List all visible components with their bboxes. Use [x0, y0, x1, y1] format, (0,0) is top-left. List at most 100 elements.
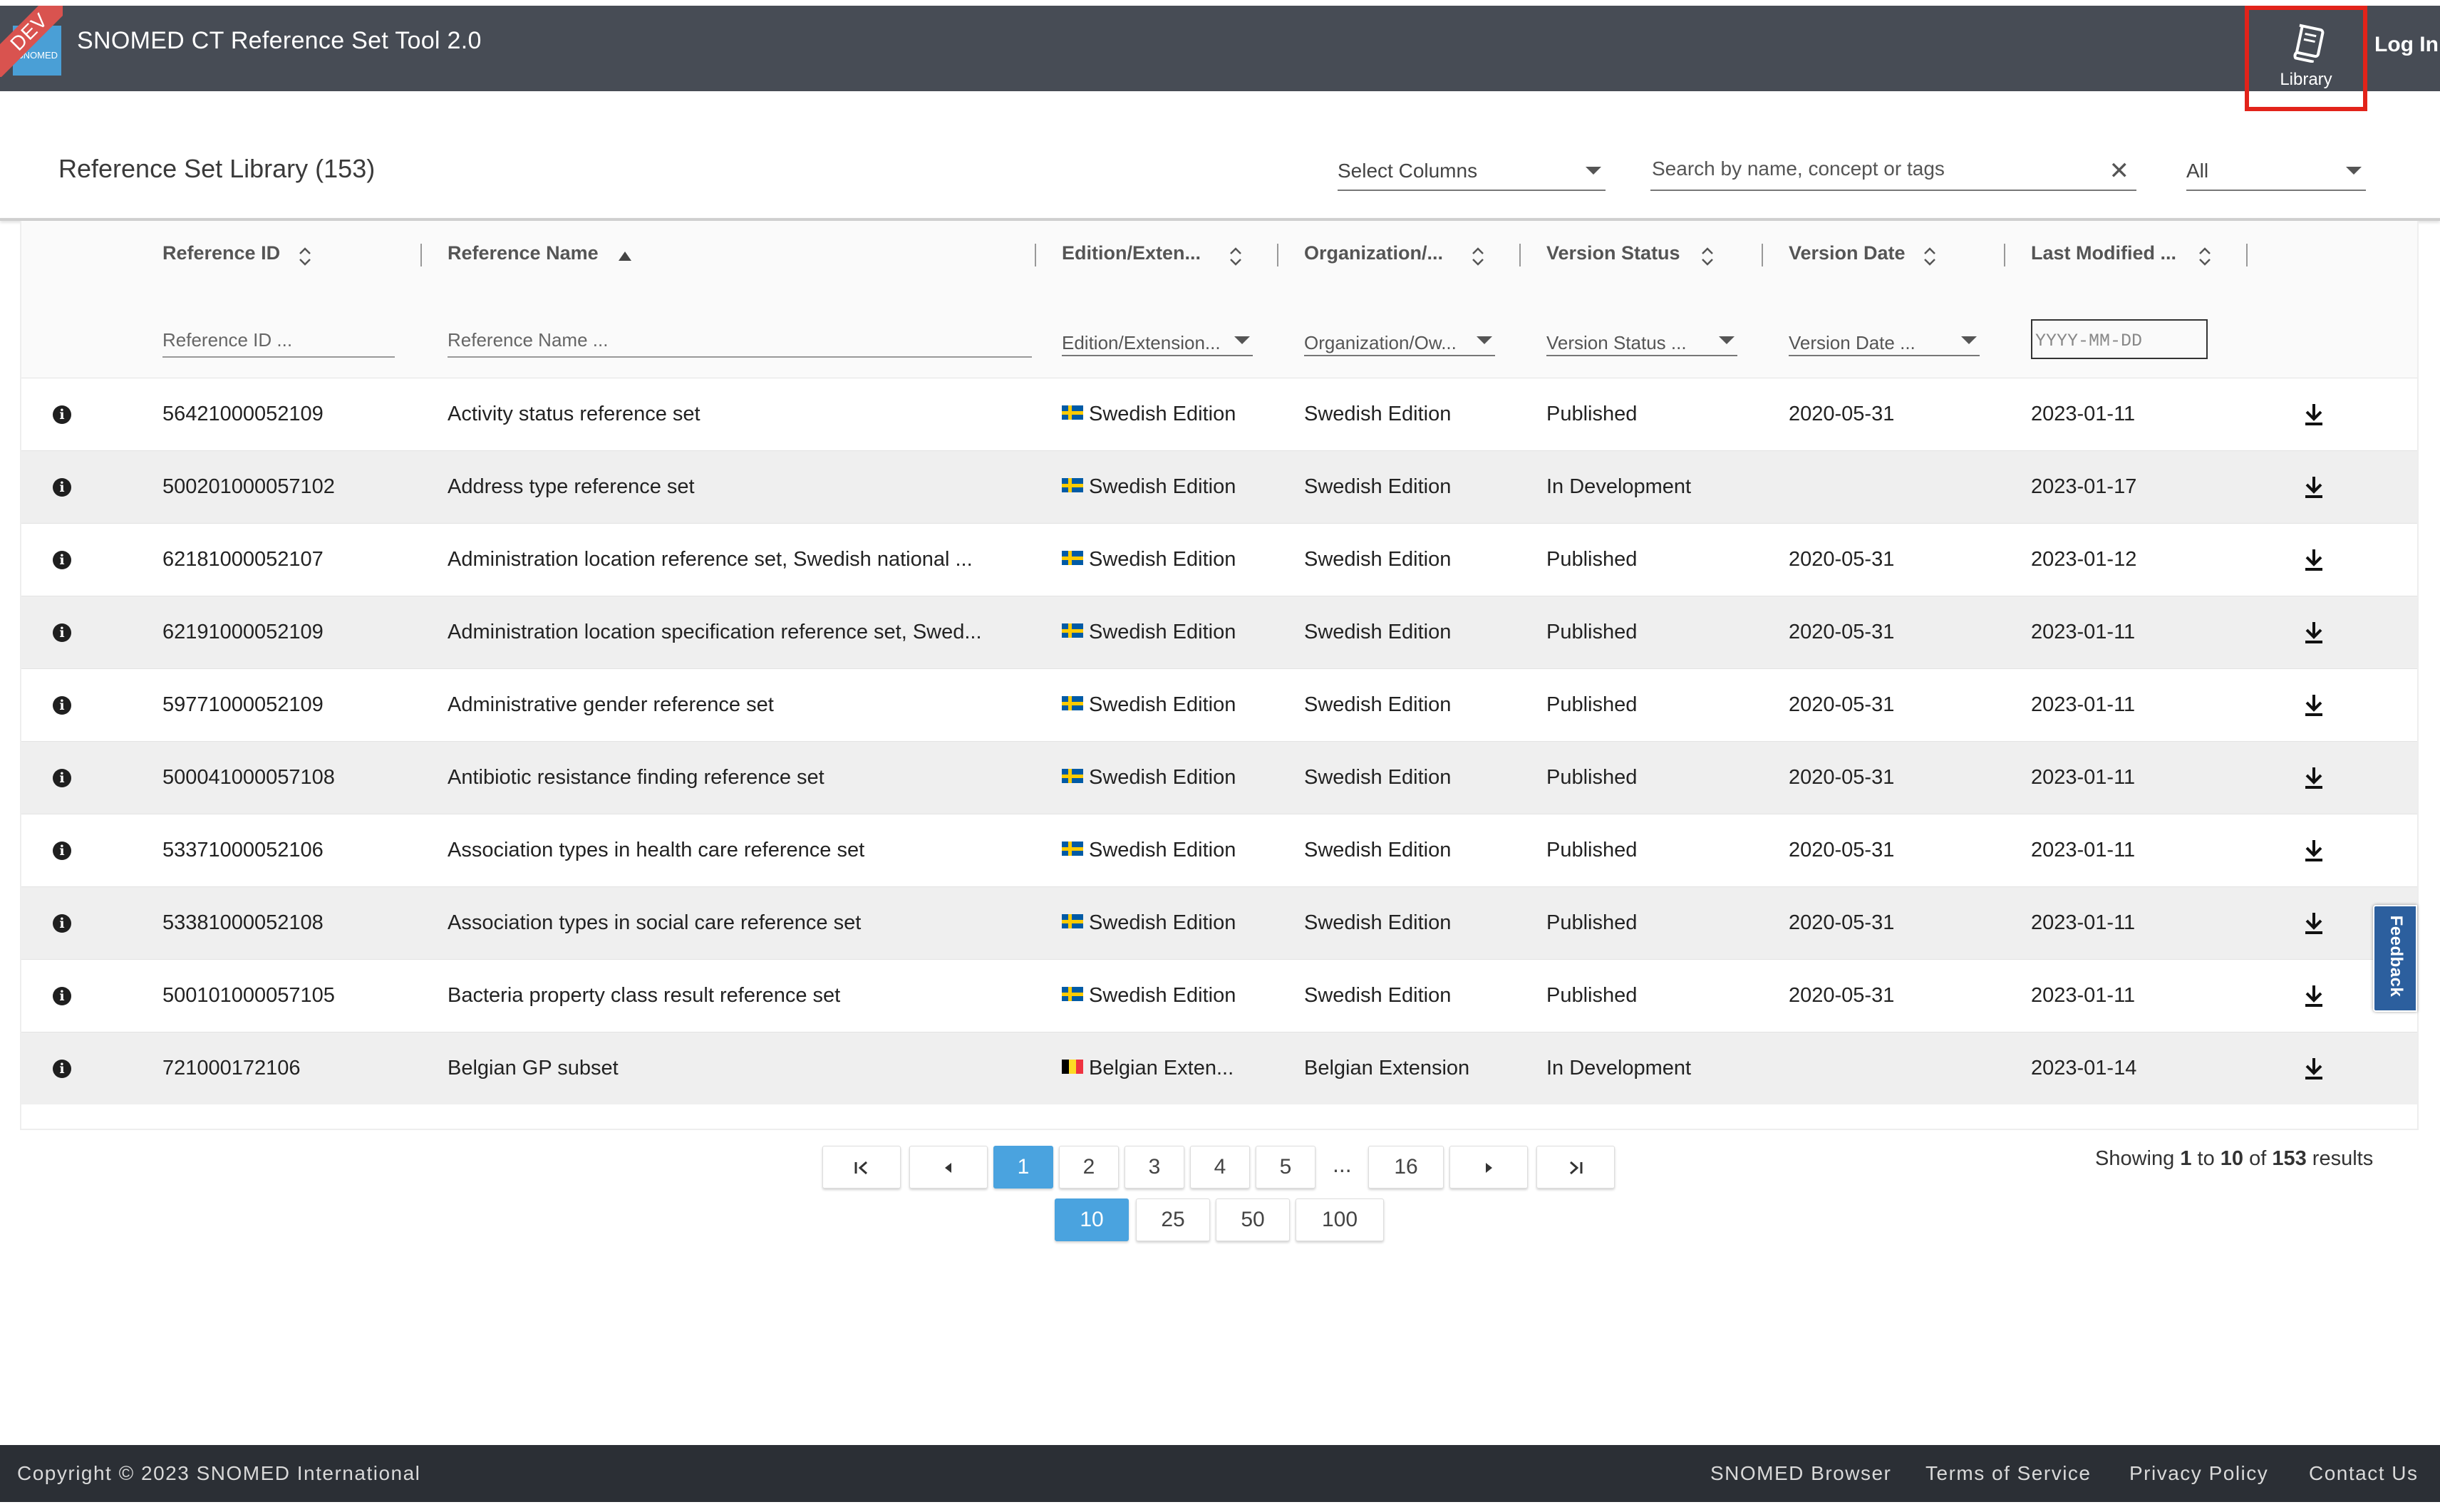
info-icon[interactable]: i	[53, 623, 71, 642]
table-row[interactable]: i 500101000057105 Bacteria property class …	[21, 959, 2417, 1032]
download-icon[interactable]	[2303, 839, 2325, 866]
column-header-last-modified[interactable]: Last Modified ...	[2031, 242, 2176, 264]
reference-name-cell[interactable]: Belgian GP subset	[448, 1057, 1029, 1080]
footer-link-privacy[interactable]: Privacy Policy	[2129, 1462, 2268, 1485]
page-2-button[interactable]: 2	[1059, 1146, 1119, 1189]
table-row[interactable]: i 56421000052109 Activity status reference…	[21, 378, 2417, 450]
last-modified-cell: 2023-01-11	[2031, 911, 2136, 934]
table-row[interactable]: i 721000172106 Belgian GP subset Belgian Ex…	[21, 1032, 2417, 1104]
info-icon[interactable]: i	[53, 1060, 71, 1078]
download-icon[interactable]	[2303, 911, 2325, 939]
reference-name-cell[interactable]: Address type reference set	[448, 475, 1029, 499]
table-row[interactable]: i 53371000052106 Association types in heal…	[21, 814, 2417, 886]
download-icon[interactable]	[2303, 693, 2325, 721]
reference-name-filter[interactable]	[448, 323, 1032, 358]
previous-page-button[interactable]	[909, 1146, 988, 1189]
page-5-button[interactable]: 5	[1256, 1146, 1315, 1189]
sort-icon[interactable]	[1229, 247, 1243, 270]
page-4-button[interactable]: 4	[1190, 1146, 1250, 1189]
first-page-button[interactable]	[822, 1146, 901, 1189]
info-icon[interactable]: i	[53, 914, 71, 933]
sweden-flag-icon	[1062, 623, 1083, 638]
table-row[interactable]: i 62191000052109 Administration location s…	[21, 596, 2417, 668]
version-status-filter[interactable]: Version Status ...	[1546, 323, 1737, 356]
reference-name-cell[interactable]: Association types in health care referen…	[448, 839, 1029, 862]
reference-id-filter[interactable]	[162, 323, 395, 358]
download-icon[interactable]	[2303, 475, 2325, 503]
column-header-version-status[interactable]: Version Status	[1546, 242, 1680, 264]
column-header-reference-name[interactable]: Reference Name	[448, 242, 599, 264]
reference-name-cell[interactable]: Administration location reference set, S…	[448, 548, 1029, 571]
info-icon[interactable]: i	[53, 405, 71, 424]
download-icon[interactable]	[2303, 548, 2325, 576]
organization-cell: Swedish Edition	[1304, 984, 1452, 1007]
login-button[interactable]: Log In	[2374, 33, 2439, 57]
edition-label: Belgian Exten...	[1089, 1057, 1234, 1079]
select-columns-dropdown[interactable]: Select Columns	[1338, 147, 1606, 191]
info-icon[interactable]: i	[53, 696, 71, 715]
sort-icon[interactable]	[1700, 247, 1715, 270]
sort-icon[interactable]	[298, 247, 312, 270]
last-page-button[interactable]	[1536, 1146, 1615, 1189]
page-size-100-button[interactable]: 100	[1296, 1198, 1384, 1241]
info-icon[interactable]: i	[53, 842, 71, 860]
sweden-flag-icon	[1062, 551, 1083, 566]
page-size-50-button[interactable]: 50	[1216, 1198, 1290, 1241]
table-row[interactable]: i 62181000052107 Administration location r…	[21, 523, 2417, 596]
organization-cell: Swedish Edition	[1304, 475, 1452, 498]
library-button[interactable]: Library	[2245, 6, 2367, 111]
organization-filter[interactable]: Organization/Ow...	[1304, 323, 1495, 356]
reference-id-cell: 500101000057105	[162, 984, 335, 1007]
footer-link-contact[interactable]: Contact Us	[2309, 1462, 2419, 1485]
reference-name-cell[interactable]: Administration location specification re…	[448, 621, 1029, 644]
column-header-reference-id[interactable]: Reference ID	[162, 242, 280, 264]
sort-ascending-icon[interactable]	[617, 249, 633, 266]
organization-cell: Swedish Edition	[1304, 693, 1452, 716]
page-3-button[interactable]: 3	[1125, 1146, 1184, 1189]
column-header-organization[interactable]: Organization/...	[1304, 242, 1443, 264]
table-row[interactable]: i 500041000057108 Antibiotic resistance fi…	[21, 741, 2417, 814]
reference-name-cell[interactable]: Antibiotic resistance finding reference …	[448, 766, 1029, 789]
reference-id-cell: 53371000052106	[162, 839, 324, 861]
download-icon[interactable]	[2303, 621, 2325, 648]
reference-name-cell[interactable]: Administrative gender reference set	[448, 693, 1029, 717]
info-icon[interactable]: i	[53, 769, 71, 787]
info-icon[interactable]: i	[53, 478, 71, 497]
sort-icon[interactable]	[1471, 247, 1485, 270]
page-size-25-button[interactable]: 25	[1136, 1198, 1210, 1241]
download-icon[interactable]	[2303, 766, 2325, 794]
edition-filter[interactable]: Edition/Extension...	[1062, 323, 1253, 356]
last-modified-date-input[interactable]: YYYY-MM-DD	[2031, 319, 2208, 359]
page-16-button[interactable]: 16	[1368, 1146, 1444, 1189]
scope-filter-dropdown[interactable]: All	[2186, 147, 2366, 191]
caret-left-icon	[945, 1163, 951, 1174]
download-icon[interactable]	[2303, 403, 2325, 430]
table-row[interactable]: i 53381000052108 Association types in soci…	[21, 886, 2417, 959]
search-input[interactable]	[1650, 155, 2081, 182]
page-1-button[interactable]: 1	[993, 1146, 1053, 1189]
footer-link-snomed-browser[interactable]: SNOMED Browser	[1710, 1462, 1891, 1485]
select-columns-label: Select Columns	[1338, 160, 1478, 182]
reference-name-cell[interactable]: Activity status reference set	[448, 403, 1029, 426]
version-date-filter[interactable]: Version Date ...	[1789, 323, 1980, 356]
reference-name-cell[interactable]: Association types in social care referen…	[448, 911, 1029, 935]
footer-link-terms[interactable]: Terms of Service	[1925, 1462, 2092, 1485]
download-icon[interactable]	[2303, 1057, 2325, 1084]
feedback-tab[interactable]: Feedback	[2373, 905, 2417, 1012]
close-icon[interactable]: ✕	[2109, 157, 2130, 185]
version-date-cell: 2020-05-31	[1789, 839, 1895, 861]
edition-cell: Swedish Edition	[1062, 766, 1268, 789]
table-row[interactable]: i 500201000057102 Address type reference s…	[21, 450, 2417, 523]
reference-name-cell[interactable]: Bacteria property class result reference…	[448, 984, 1029, 1008]
sort-icon[interactable]	[1923, 247, 1937, 270]
table-row[interactable]: i 59771000052109 Administrative gender ref…	[21, 668, 2417, 741]
app-title: SNOMED CT Reference Set Tool 2.0	[77, 27, 482, 54]
next-page-button[interactable]	[1449, 1146, 1528, 1189]
column-header-edition[interactable]: Edition/Exten...	[1062, 242, 1201, 264]
sort-icon[interactable]	[2198, 247, 2212, 270]
info-icon[interactable]: i	[53, 987, 71, 1005]
page-size-10-button[interactable]: 10	[1055, 1198, 1129, 1241]
column-header-version-date[interactable]: Version Date	[1789, 242, 1906, 264]
info-icon[interactable]: i	[53, 551, 71, 569]
download-icon[interactable]	[2303, 984, 2325, 1012]
